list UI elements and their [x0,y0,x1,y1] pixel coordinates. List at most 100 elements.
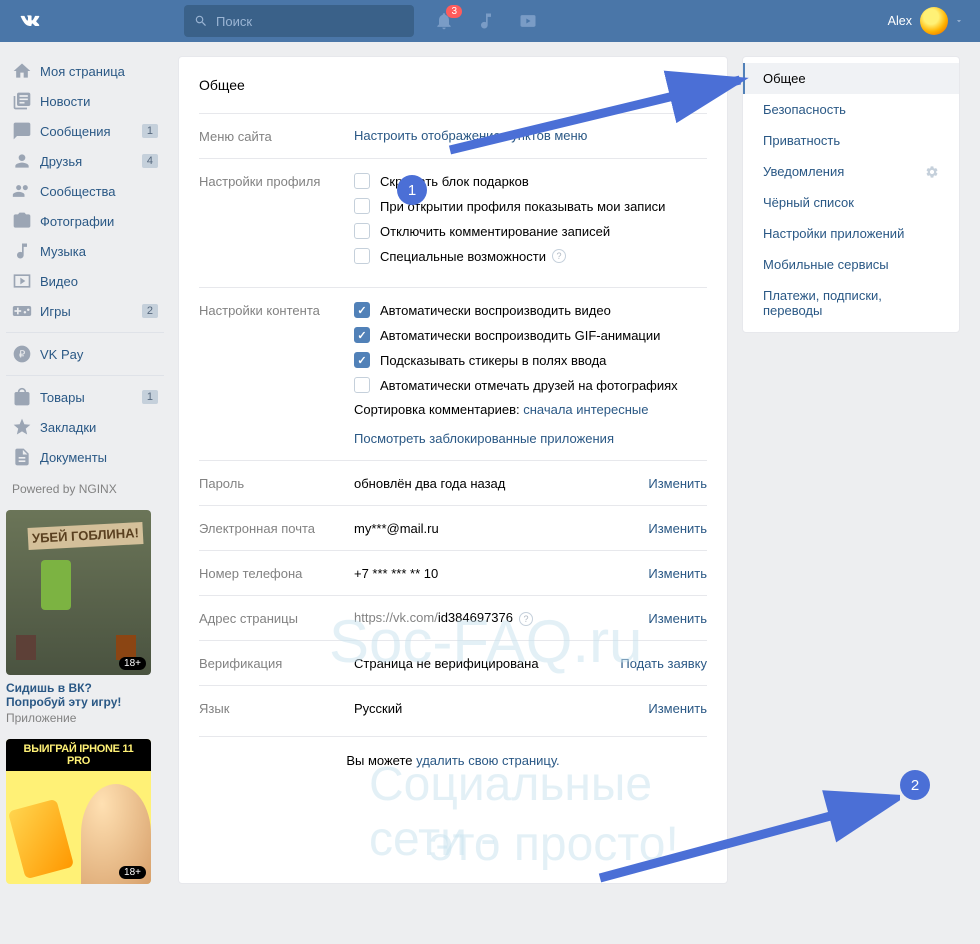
address-value: id384697376 [438,610,513,625]
sidebar-item[interactable]: Видео [6,266,164,296]
header-icons: 3 [434,11,538,31]
sidebar-item[interactable]: ₽VK Pay [6,339,164,369]
change-phone-link[interactable]: Изменить [648,566,707,581]
bookmarks-icon [12,417,32,437]
row-label: Верификация [199,655,354,671]
sidebar-item[interactable]: Закладки [6,412,164,442]
annotation-1: 1 [397,175,427,205]
sidebar-item[interactable]: Документы [6,442,164,472]
sidebar-item[interactable]: Новости [6,86,164,116]
checkbox[interactable] [354,302,370,318]
sidebar-item[interactable]: Товары1 [6,382,164,412]
change-password-link[interactable]: Изменить [648,476,707,491]
settings-nav-item[interactable]: Платежи, подписки, переводы [743,280,959,326]
checkbox[interactable] [354,223,370,239]
search-icon [194,14,208,28]
svg-text:₽: ₽ [19,349,26,360]
checkbox-label: Автоматически воспроизводить видео [380,303,611,318]
sidebar-item[interactable]: Моя страница [6,56,164,86]
sidebar-item[interactable]: Сообщения1 [6,116,164,146]
email-value: my***@mail.ru [354,521,439,536]
search-input[interactable]: Поиск [184,5,414,37]
search-placeholder: Поиск [216,14,252,29]
checkbox-label: При открытии профиля показывать мои запи… [380,199,665,214]
change-email-link[interactable]: Изменить [648,521,707,536]
checkbox[interactable] [354,248,370,264]
checkbox-label: Специальные возможности [380,249,546,264]
ad-block-1[interactable]: УБЕЙ ГОБЛИНА! 18+ Сидишь в ВК? Попробуй … [6,510,164,725]
settings-nav-item[interactable]: Общее [743,63,959,94]
vk-logo-icon[interactable] [16,7,44,35]
settings-nav-item[interactable]: Безопасность [743,94,959,125]
settings-nav-item[interactable]: Уведомления [743,156,959,187]
video-icon[interactable] [518,11,538,31]
row-label: Настройки профиля [199,173,354,189]
music-icon[interactable] [476,11,496,31]
sort-value-link[interactable]: сначала интересные [523,402,648,417]
verify-link[interactable]: Подать заявку [620,656,707,671]
checkbox-label: Подсказывать стикеры в полях ввода [380,353,606,368]
sidebar-item[interactable]: Друзья4 [6,146,164,176]
username: Alex [888,14,912,28]
settings-nav-item[interactable]: Чёрный список [743,187,959,218]
avatar [920,7,948,35]
change-language-link[interactable]: Изменить [648,701,707,716]
row-label: Язык [199,700,354,716]
user-menu[interactable]: Alex [888,7,964,35]
market-icon [12,387,32,407]
nav-count: 1 [142,390,158,404]
row-label: Адрес страницы [199,610,354,626]
phone-value: +7 *** *** ** 10 [354,566,438,581]
language-value: Русский [354,701,402,716]
row-label: Номер телефона [199,565,354,581]
settings-nav-item[interactable]: Настройки приложений [743,218,959,249]
delete-page-footer: Вы можете удалить свою страницу. [199,736,707,772]
annotation-arrow-1 [445,70,755,160]
nav-count: 4 [142,154,158,168]
top-header: Поиск 3 Alex [0,0,980,42]
checkbox[interactable] [354,327,370,343]
ad-block-2[interactable]: ВЫИГРАЙ IPHONE 11 PRO 18+ [6,739,164,884]
change-address-link[interactable]: Изменить [648,611,707,626]
friends-icon [12,151,32,171]
delete-page-link[interactable]: удалить свою страницу. [416,753,560,768]
left-sidebar: Моя страницаНовостиСообщения1Друзья4Сооб… [0,56,164,884]
sidebar-item[interactable]: Фотографии [6,206,164,236]
music-icon [12,241,32,261]
annotation-2: 2 [900,770,930,800]
gear-icon[interactable] [925,165,939,179]
sidebar-item[interactable]: Сообщества [6,176,164,206]
home-icon [12,61,32,81]
nav-count: 2 [142,304,158,318]
sidebar-item[interactable]: Музыка [6,236,164,266]
video-icon [12,271,32,291]
settings-nav: ОбщееБезопасностьПриватностьУведомленияЧ… [742,56,960,333]
groups-icon [12,181,32,201]
games-icon [12,301,32,321]
checkbox[interactable] [354,377,370,393]
help-icon[interactable]: ? [519,612,533,626]
settings-nav-item[interactable]: Приватность [743,125,959,156]
help-icon[interactable]: ? [552,249,566,263]
notification-badge: 3 [446,5,462,18]
checkbox-label: Автоматически отмечать друзей на фотогра… [380,378,678,393]
row-label: Пароль [199,475,354,491]
checkbox[interactable] [354,198,370,214]
password-value: обновлён два года назад [354,476,505,491]
sidebar-item[interactable]: Игры2 [6,296,164,326]
docs-icon [12,447,32,467]
settings-panel: Общее Меню сайта Настроить отображение п… [178,56,728,884]
checkbox-label: Отключить комментирование записей [380,224,610,239]
annotation-arrow-2 [590,790,900,890]
row-label: Настройки контента [199,302,354,318]
settings-nav-item[interactable]: Мобильные сервисы [743,249,959,280]
notifications-icon[interactable]: 3 [434,11,454,31]
checkbox[interactable] [354,352,370,368]
checkbox[interactable] [354,173,370,189]
verification-value: Страница не верифицирована [354,656,539,671]
powered-by: Powered by NGINX [6,482,164,496]
chevron-down-icon [954,16,964,26]
messages-icon [12,121,32,141]
blocked-apps-link[interactable]: Посмотреть заблокированные приложения [354,431,614,446]
row-label: Меню сайта [199,128,354,144]
